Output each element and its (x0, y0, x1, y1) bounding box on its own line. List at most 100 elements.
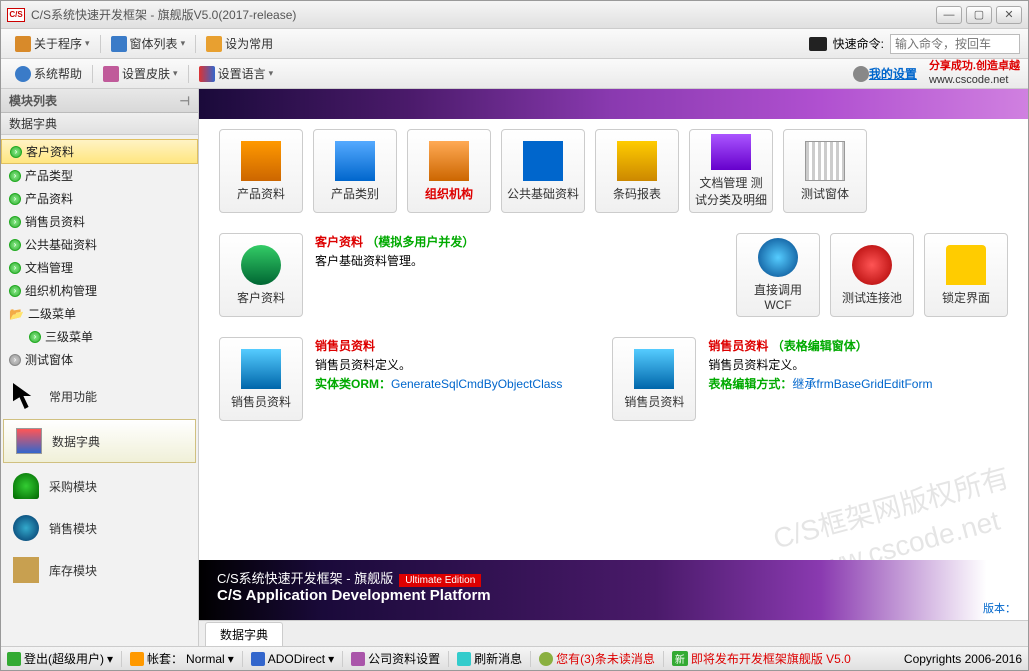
toolbar-row-1: 关于程序▾ 窗体列表▾ 设为常用 快速命令: (1, 29, 1028, 59)
tree-node[interactable]: ›公共基础资料 (1, 233, 198, 256)
version-label: 版本： (983, 600, 1016, 616)
tree-node[interactable]: 📂二级菜单 (1, 302, 198, 325)
toolbar-row-2: 系统帮助 设置皮肤▾ 设置语言▾ 我的设置 分享成功.创造卓越 www.csco… (1, 59, 1028, 89)
quick-cmd-input[interactable] (890, 34, 1020, 54)
app-tile[interactable]: 条码报表 (595, 129, 679, 213)
folder-person-icon (241, 349, 281, 389)
a-test-icon (805, 141, 845, 181)
app-tile[interactable]: 产品资料 (219, 129, 303, 213)
tree-node[interactable]: ›三级菜单 (1, 325, 198, 348)
app-logo-icon: C/S (7, 8, 25, 22)
home-icon (15, 36, 31, 52)
app-tile[interactable]: 文档管理 测试分类及明细 (689, 129, 773, 213)
app-tile[interactable]: 组织机构 (407, 129, 491, 213)
tree-node[interactable]: ›产品类型 (1, 164, 198, 187)
about-button[interactable]: 关于程序▾ (9, 33, 96, 54)
tile-salesperson-1[interactable]: 销售员资料 (219, 337, 303, 421)
a-prod-icon (241, 141, 281, 181)
window-title: C/S系统快速开发框架 - 旗舰版V5.0(2017-release) (31, 6, 936, 23)
tile-salesperson-2[interactable]: 销售员资料 (612, 337, 696, 421)
status-logout[interactable]: 登出(超级用户)▾ (7, 650, 113, 667)
tile-lock[interactable]: 锁定界面 (924, 233, 1008, 317)
a-bar-icon (617, 141, 657, 181)
app-tile[interactable]: 测试窗体 (783, 129, 867, 213)
status-release: 新即将发布开发框架旗舰版 V5.0 (672, 650, 851, 667)
tile-wcf[interactable]: 直接调用WCF (736, 233, 820, 317)
sidebar-header: 模块列表⊣ (1, 89, 198, 113)
sidebar-accordion-dict[interactable]: 数据字典 (1, 113, 198, 135)
bullet-icon: › (9, 262, 21, 274)
set-default-button[interactable]: 设为常用 (200, 33, 279, 54)
tree-node[interactable]: ›销售员资料 (1, 210, 198, 233)
book-icon (130, 652, 144, 666)
language-icon (199, 66, 215, 82)
window-list-button[interactable]: 窗体列表▾ (105, 33, 192, 54)
plug-icon (251, 652, 265, 666)
help-icon (15, 66, 31, 82)
a-doc-icon (711, 134, 751, 170)
skin-button[interactable]: 设置皮肤▾ (97, 63, 184, 84)
lock-icon (946, 245, 986, 285)
sidebar-tile[interactable]: 销售模块 (1, 507, 198, 549)
terminal-icon (809, 37, 827, 51)
gear-icon (853, 66, 869, 82)
ico-sale-icon (13, 515, 39, 541)
top-banner (199, 89, 1028, 119)
ico-stock-icon (13, 557, 39, 583)
status-copyright: Copyrights 2006-2016 (904, 652, 1022, 666)
bullet-icon: › (9, 354, 21, 366)
bullet-icon: › (9, 193, 21, 205)
sidebar-tile[interactable]: 常用功能 (1, 375, 198, 417)
customer-info: 客户资料 （模拟多用户并发） 客户基础资料管理。 (315, 233, 474, 271)
app-tile[interactable]: 公共基础资料 (501, 129, 585, 213)
a-pub-icon (523, 141, 563, 181)
a-org-icon (429, 141, 469, 181)
record-icon (852, 245, 892, 285)
bullet-icon: › (9, 239, 21, 251)
refresh-icon (457, 652, 471, 666)
ico-dict-icon (16, 428, 42, 454)
titlebar: C/S C/S系统快速开发框架 - 旗舰版V5.0(2017-release) … (1, 1, 1028, 29)
folder-person-icon (634, 349, 674, 389)
star-icon (206, 36, 222, 52)
sidebar: 模块列表⊣ 数据字典 ›客户资料›产品类型›产品资料›销售员资料›公共基础资料›… (1, 89, 199, 646)
tree-node[interactable]: ›产品资料 (1, 187, 198, 210)
statusbar: 登出(超级用户)▾ 帐套：Normal▾ ADODirect▾ 公司资料设置 刷… (1, 646, 1028, 670)
tab-dict[interactable]: 数据字典 (205, 622, 283, 646)
status-company[interactable]: 公司资料设置 (351, 650, 440, 667)
help-button[interactable]: 系统帮助 (9, 63, 88, 84)
language-button[interactable]: 设置语言▾ (193, 63, 280, 84)
status-refresh[interactable]: 刷新消息 (457, 650, 522, 667)
pin-icon[interactable]: ⊣ (180, 94, 190, 108)
tree-node[interactable]: ›文档管理 (1, 256, 198, 279)
tile-pool[interactable]: 测试连接池 (830, 233, 914, 317)
tree-node[interactable]: ›组织机构管理 (1, 279, 198, 302)
status-unread[interactable]: 您有(3)条未读消息 (539, 650, 655, 667)
bullet-icon: › (9, 216, 21, 228)
people-icon (241, 245, 281, 285)
sidebar-tile[interactable]: 库存模块 (1, 549, 198, 591)
bullet-icon: › (9, 285, 21, 297)
new-badge-icon: 新 (672, 651, 688, 666)
bullet-icon: › (9, 170, 21, 182)
close-button[interactable]: ✕ (996, 6, 1022, 24)
sidebar-tile[interactable]: 采购模块 (1, 465, 198, 507)
sales-info-1: 销售员资料 销售员资料定义。 实体类ORM：GenerateSqlCmdByOb… (315, 337, 562, 395)
status-connection[interactable]: ADODirect▾ (251, 652, 334, 666)
skin-icon (103, 66, 119, 82)
bullet-icon: › (10, 146, 22, 158)
minimize-button[interactable]: — (936, 6, 962, 24)
windows-icon (111, 36, 127, 52)
app-tile[interactable]: 产品类别 (313, 129, 397, 213)
sidebar-tile[interactable]: 数据字典 (3, 419, 196, 463)
quick-cmd-label: 快速命令: (833, 35, 884, 52)
user-icon (7, 652, 21, 666)
tree-node[interactable]: ›客户资料 (1, 139, 198, 164)
status-account[interactable]: 帐套：Normal▾ (130, 650, 234, 667)
tree-node[interactable]: ›测试窗体 (1, 348, 198, 371)
footer-banner: C/S系统快速开发框架 - 旗舰版Ultimate Edition C/S Ap… (199, 560, 1028, 620)
tile-customer[interactable]: 客户资料 (219, 233, 303, 317)
maximize-button[interactable]: ▢ (966, 6, 992, 24)
folder-icon: 📂 (9, 307, 24, 321)
my-settings-link[interactable]: 我的设置 (869, 65, 917, 82)
